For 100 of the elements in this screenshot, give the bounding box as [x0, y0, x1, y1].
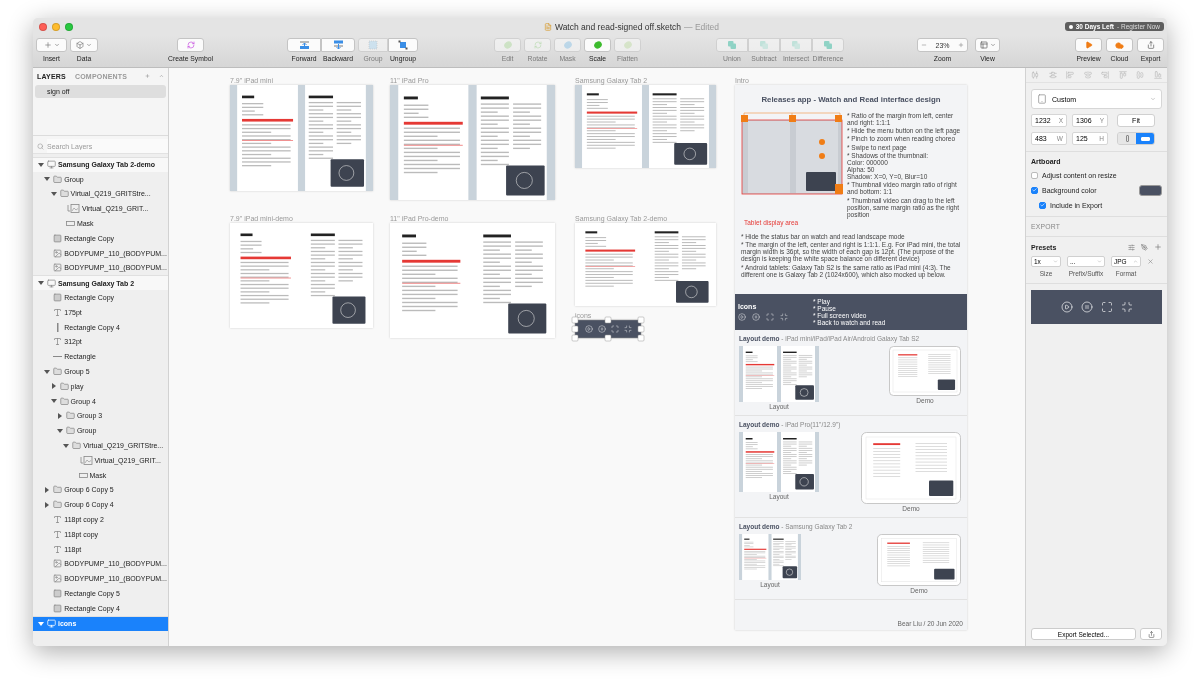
- layer-down-icon: [332, 40, 344, 50]
- play-icon: [584, 325, 593, 333]
- artboard[interactable]: [390, 85, 555, 200]
- plus-icon: [43, 41, 52, 49]
- exit-fullscreen-icon: [1120, 301, 1133, 313]
- chevron-down-icon: [86, 42, 92, 48]
- cube-icon: [76, 41, 84, 49]
- rectangle-icon: [53, 293, 63, 303]
- fullscreen-icon: [610, 325, 619, 333]
- circular-arrows-icon: [186, 41, 195, 49]
- chevron-up-icon: [159, 72, 164, 80]
- disclosure-triangle-icon[interactable]: [56, 428, 63, 433]
- disclosure-triangle-icon[interactable]: [38, 162, 44, 167]
- chevron-down-icon: [1150, 96, 1156, 102]
- toolbar-button[interactable]: [1075, 38, 1102, 52]
- rotate-arrows-icon: [533, 41, 542, 49]
- circle-icon: [562, 40, 573, 50]
- rectangle-icon: [53, 233, 63, 243]
- checkbox[interactable]: [1031, 186, 1038, 194]
- disclosure-triangle-icon[interactable]: [50, 192, 57, 196]
- document-spread-drawing: [739, 534, 801, 580]
- tablet-mockup-drawing: [889, 346, 961, 396]
- dot-icon: [1068, 24, 1073, 29]
- artboard[interactable]: [230, 85, 373, 191]
- share-button[interactable]: [1140, 628, 1162, 640]
- close-icon: [1147, 258, 1154, 265]
- artboard[interactable]: [575, 85, 716, 168]
- layer-up-icon: [298, 40, 310, 50]
- window-title: Watch and read-signed off.sketch: [554, 21, 682, 32]
- align-middle-icon: [1136, 71, 1145, 79]
- disclosure-triangle-icon[interactable]: [38, 281, 44, 286]
- artboard[interactable]: [575, 223, 716, 306]
- toolbar-button[interactable]: [36, 38, 67, 52]
- checkbox[interactable]: [1039, 201, 1046, 209]
- difference-icon: [823, 40, 833, 50]
- chevron-down-icon: [53, 42, 60, 48]
- folder-icon: [65, 411, 75, 421]
- folder-icon: [53, 367, 63, 377]
- align-right-icon: [1101, 71, 1110, 79]
- toolbar-button[interactable]: [287, 38, 321, 52]
- folder-icon: [59, 381, 69, 391]
- toolbar-button[interactable]: [1137, 38, 1164, 52]
- text-icon: [53, 337, 63, 347]
- chevron-down-icon: [1053, 259, 1058, 264]
- play-icon: [738, 313, 746, 321]
- layout-panel-icon: [979, 41, 988, 49]
- disclosure-triangle-icon[interactable]: [45, 501, 50, 508]
- toolbar-button[interactable]: [584, 38, 611, 52]
- pause-icon: [752, 313, 760, 321]
- zoom-in-icon: [957, 42, 964, 48]
- toolbar-button[interactable]: [177, 38, 204, 52]
- artboard[interactable]: [735, 85, 967, 630]
- close-button[interactable]: [39, 22, 47, 31]
- disclosure-triangle-icon[interactable]: [57, 412, 62, 419]
- distribute-horizontal-icon: [1031, 71, 1039, 79]
- corner-squares-icon: [398, 40, 408, 50]
- align-left-icon: [1066, 71, 1075, 79]
- toolbar-button[interactable]: [321, 38, 355, 52]
- disclosure-triangle-icon[interactable]: [51, 383, 56, 390]
- search-icon: [37, 142, 44, 150]
- artboard-icon: [47, 160, 56, 170]
- chevron-down-icon: [1097, 259, 1102, 264]
- text-icon: [53, 515, 63, 524]
- disclosure-triangle-icon[interactable]: [50, 399, 57, 404]
- sliders-icon: [1128, 243, 1135, 251]
- text-icon: [53, 529, 63, 539]
- toolbar-button[interactable]: [388, 38, 418, 52]
- fullscreen-icon: [766, 313, 774, 321]
- pen-icon: [1141, 243, 1148, 251]
- play-icon: [1060, 301, 1073, 313]
- image-icon: [53, 248, 63, 258]
- landscape-button[interactable]: [1136, 133, 1154, 144]
- artboard-icon: [47, 619, 56, 629]
- pause-icon: [597, 325, 606, 333]
- dashed-square-icon: [368, 40, 378, 50]
- tablet-icon: [1037, 94, 1047, 104]
- text-icon: [53, 544, 63, 554]
- disclosure-triangle-icon[interactable]: [45, 486, 50, 493]
- leaf-icon: [592, 40, 603, 50]
- toolbar-button[interactable]: [70, 38, 98, 52]
- minimize-button[interactable]: [52, 22, 60, 31]
- zoom-out-icon: [921, 42, 928, 48]
- portrait-button[interactable]: [1118, 133, 1136, 144]
- play-icon: [1084, 41, 1093, 49]
- edited-status: — Edited: [684, 21, 720, 32]
- checkbox[interactable]: [1031, 171, 1038, 179]
- toolbar-button[interactable]: [975, 38, 1000, 52]
- image-icon: [53, 559, 63, 569]
- folder-icon: [53, 485, 63, 495]
- artboard[interactable]: [230, 223, 373, 328]
- toolbar-button[interactable]: [1106, 38, 1133, 52]
- align-top-icon: [1118, 71, 1127, 79]
- text-icon: [53, 307, 63, 317]
- artboard[interactable]: [390, 223, 555, 338]
- chevron-down-icon: [989, 42, 996, 48]
- zoom-button[interactable]: [65, 22, 73, 31]
- plus-icon: [1154, 243, 1162, 251]
- mask-icon: [65, 219, 75, 229]
- color-swatch[interactable]: [1139, 184, 1162, 196]
- exit-fullscreen-icon: [780, 313, 788, 321]
